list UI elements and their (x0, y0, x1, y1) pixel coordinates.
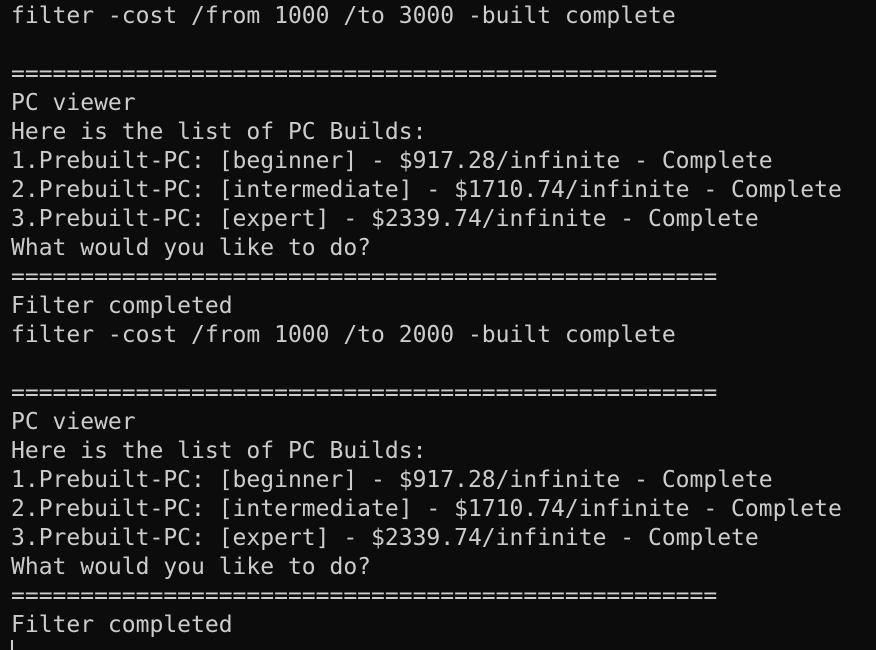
build-list-item: 2.Prebuilt-PC: [intermediate] - $1710.74… (11, 177, 842, 203)
terminal-output: filter -cost /from 1000 /to 3000 -built … (11, 2, 842, 640)
separator-line: ========================================… (11, 583, 718, 609)
build-list-item: 3.Prebuilt-PC: [expert] - $2339.74/infin… (11, 206, 759, 232)
status-message: Filter completed (11, 612, 233, 638)
build-list-item: 1.Prebuilt-PC: [beginner] - $917.28/infi… (11, 148, 773, 174)
separator-line: ========================================… (11, 61, 718, 87)
prompt-question: What would you like to do? (11, 235, 372, 261)
text-cursor (11, 640, 13, 650)
build-list-item: 2.Prebuilt-PC: [intermediate] - $1710.74… (11, 496, 842, 522)
separator-line: ========================================… (11, 380, 718, 406)
build-list-item: 3.Prebuilt-PC: [expert] - $2339.74/infin… (11, 525, 759, 551)
command-line: filter -cost /from 1000 /to 2000 -built … (11, 322, 676, 348)
viewer-title: PC viewer (11, 409, 136, 435)
separator-line: ========================================… (11, 264, 718, 290)
list-heading: Here is the list of PC Builds: (11, 119, 427, 145)
viewer-title: PC viewer (11, 90, 136, 116)
terminal-window[interactable]: filter -cost /from 1000 /to 3000 -built … (0, 0, 876, 650)
status-message: Filter completed (11, 293, 233, 319)
build-list-item: 1.Prebuilt-PC: [beginner] - $917.28/infi… (11, 467, 773, 493)
list-heading: Here is the list of PC Builds: (11, 438, 427, 464)
prompt-question: What would you like to do? (11, 554, 372, 580)
command-line: filter -cost /from 1000 /to 3000 -built … (11, 3, 676, 29)
